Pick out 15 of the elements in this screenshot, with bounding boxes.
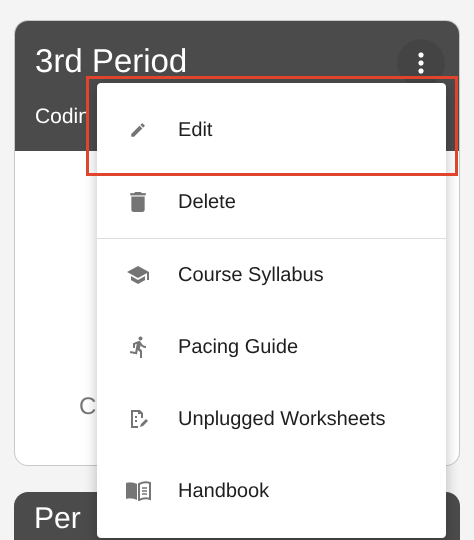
book-icon — [124, 481, 150, 501]
graduation-cap-icon — [126, 265, 150, 285]
trash-icon — [130, 192, 146, 212]
menu-item[interactable]: Unplugged Worksheets — [97, 383, 446, 455]
card-text: C — [79, 393, 96, 421]
menu-item[interactable]: Delete — [97, 166, 446, 238]
menu-item[interactable]: Handbook — [97, 455, 446, 527]
menu-item[interactable]: Pacing Guide — [97, 311, 446, 383]
running-person-icon — [128, 336, 146, 358]
card-title: Per — [34, 502, 81, 535]
menu-item[interactable]: Edit — [97, 94, 446, 166]
more-icon — [418, 52, 424, 74]
menu-item[interactable]: Course Syllabus — [97, 239, 446, 311]
pencil-icon — [128, 121, 146, 139]
card-title: 3rd Period — [35, 41, 188, 81]
